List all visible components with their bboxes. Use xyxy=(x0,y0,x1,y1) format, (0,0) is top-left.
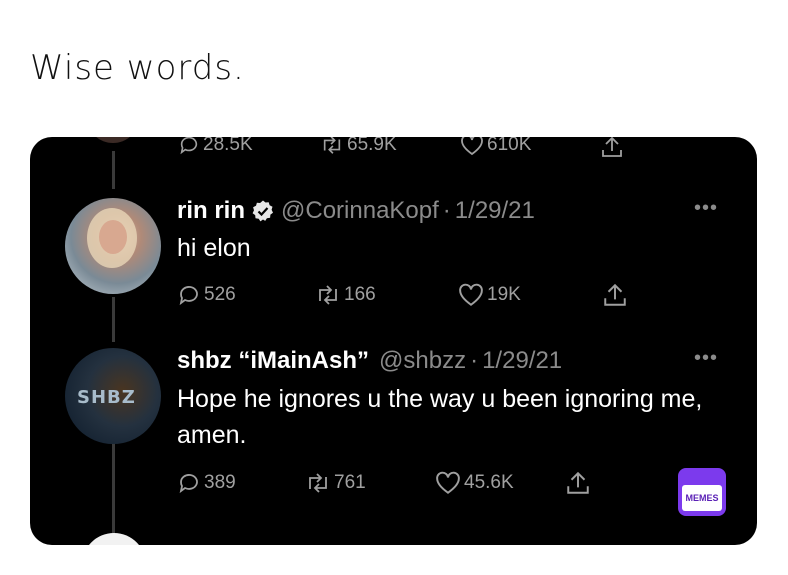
avatar-partial-bottom xyxy=(82,533,146,545)
like-count: 45.6K xyxy=(464,472,514,493)
tweet-text: Hope he ignores u the way u been ignorin… xyxy=(177,385,703,449)
share-icon xyxy=(602,137,622,157)
dot-separator: · xyxy=(442,197,451,224)
reply-button[interactable]: 526 xyxy=(177,283,236,307)
tweet-screenshot: 28.5K 65.9K 610K rin rin @CorinnaKopf · xyxy=(30,137,757,545)
tweet-author-name[interactable]: rin rin xyxy=(177,197,245,225)
reply-count: 389 xyxy=(204,472,236,493)
tweet-date[interactable]: 1/29/21 xyxy=(455,197,535,225)
like-icon xyxy=(459,283,483,306)
share-button[interactable] xyxy=(602,282,628,308)
post-caption: Wise words. xyxy=(30,48,245,88)
tweet-author-name[interactable]: shbz “iMainAsh” xyxy=(177,347,369,375)
like-button[interactable]: 19K xyxy=(458,283,521,307)
retweet-button[interactable]: 761 xyxy=(305,471,366,495)
share-icon xyxy=(567,471,589,494)
previous-tweet-actions: 28.5K 65.9K 610K xyxy=(30,137,757,159)
reply-button[interactable]: 28.5K xyxy=(178,137,253,156)
more-icon[interactable]: ••• xyxy=(694,347,718,370)
memes-watermark-label: MEMES xyxy=(682,485,722,511)
tweet-author-handle[interactable]: @shbzz xyxy=(379,347,466,375)
reply-count: 28.5K xyxy=(203,137,253,155)
like-icon xyxy=(461,137,483,156)
thread-line-bottom xyxy=(112,443,115,545)
tweet-author-handle[interactable]: @CorinnaKopf xyxy=(281,197,439,225)
like-button[interactable]: 610K xyxy=(460,137,531,156)
share-button[interactable] xyxy=(565,470,591,496)
dot-separator: · xyxy=(470,347,479,374)
retweet-button[interactable]: 65.9K xyxy=(320,137,397,156)
reply-icon xyxy=(180,137,198,155)
reply-icon xyxy=(179,286,198,306)
reply-icon xyxy=(179,474,198,494)
like-button[interactable]: 45.6K xyxy=(435,471,514,495)
avatar-face xyxy=(99,220,127,254)
reply-count: 526 xyxy=(204,284,236,305)
retweet-count: 761 xyxy=(334,472,366,493)
retweet-icon xyxy=(323,137,341,154)
share-button[interactable] xyxy=(600,137,624,159)
retweet-count: 166 xyxy=(344,284,376,305)
verified-badge-icon xyxy=(252,200,274,222)
reply-button[interactable]: 389 xyxy=(177,471,236,495)
like-icon xyxy=(436,471,460,494)
retweet-icon xyxy=(319,285,337,305)
retweet-icon xyxy=(309,473,327,493)
avatar-shbz[interactable]: SHBZ xyxy=(65,348,161,444)
retweet-count: 65.9K xyxy=(347,137,397,155)
like-count: 610K xyxy=(487,137,532,155)
like-count: 19K xyxy=(487,284,521,305)
tweet-date[interactable]: 1/29/21 xyxy=(482,347,562,375)
memes-watermark: MEMES xyxy=(678,468,726,516)
share-icon xyxy=(604,283,626,306)
avatar-rin-rin[interactable] xyxy=(65,198,161,294)
more-icon[interactable]: ••• xyxy=(694,197,718,220)
thread-line-middle xyxy=(112,297,115,342)
tweet-text: hi elon xyxy=(177,234,251,262)
retweet-button[interactable]: 166 xyxy=(315,283,376,307)
avatar-label: SHBZ xyxy=(77,387,136,408)
